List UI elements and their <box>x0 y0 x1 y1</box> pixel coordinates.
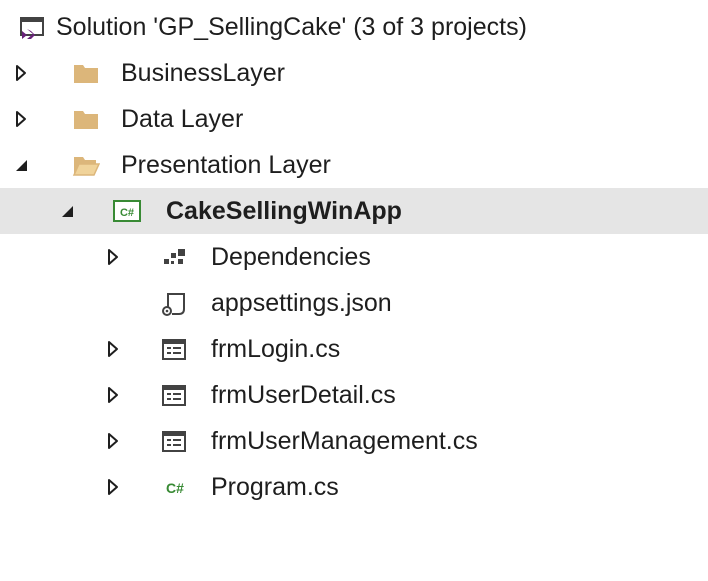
project-label: CakeSellingWinApp <box>166 197 402 225</box>
windows-form-icon <box>160 335 188 363</box>
solution-explorer-tree: Solution 'GP_SellingCake' (3 of 3 projec… <box>0 4 708 510</box>
folder-label: BusinessLayer <box>121 59 285 87</box>
windows-form-icon <box>160 381 188 409</box>
item-label: frmLogin.cs <box>211 335 341 363</box>
csharp-project-icon: C# <box>112 197 142 225</box>
item-label: Program.cs <box>211 473 339 501</box>
collapse-arrow-icon[interactable] <box>12 154 30 176</box>
visual-studio-solution-icon <box>18 14 46 42</box>
dependencies-icon <box>160 243 188 271</box>
csharp-file-icon: C# <box>160 473 188 501</box>
tree-item-solution[interactable]: Solution 'GP_SellingCake' (3 of 3 projec… <box>0 4 708 50</box>
folder-open-icon <box>72 151 100 179</box>
item-label: appsettings.json <box>211 289 392 317</box>
tree-item-appsettings[interactable]: appsettings.json <box>0 280 708 326</box>
tree-item-dependencies[interactable]: Dependencies <box>0 234 708 280</box>
tree-item-frmuserdetail[interactable]: frmUserDetail.cs <box>0 372 708 418</box>
json-file-icon <box>160 289 188 317</box>
item-label: frmUserDetail.cs <box>211 381 396 409</box>
tree-item-presentation-layer[interactable]: Presentation Layer <box>0 142 708 188</box>
tree-item-frmlogin[interactable]: frmLogin.cs <box>0 326 708 372</box>
expand-arrow-icon[interactable] <box>104 476 122 498</box>
expand-arrow-icon[interactable] <box>12 108 30 130</box>
item-label: Dependencies <box>211 243 371 271</box>
folder-closed-icon <box>72 105 100 133</box>
expand-arrow-icon[interactable] <box>104 430 122 452</box>
tree-item-frmusermanagement[interactable]: frmUserManagement.cs <box>0 418 708 464</box>
tree-item-business-layer[interactable]: BusinessLayer <box>0 50 708 96</box>
tree-item-data-layer[interactable]: Data Layer <box>0 96 708 142</box>
solution-label: Solution 'GP_SellingCake' (3 of 3 projec… <box>56 13 527 41</box>
tree-item-project[interactable]: C# CakeSellingWinApp <box>0 188 708 234</box>
expand-arrow-icon[interactable] <box>12 62 30 84</box>
expand-arrow-icon[interactable] <box>104 246 122 268</box>
file-badge-text: C# <box>166 480 184 496</box>
expand-arrow-icon[interactable] <box>104 384 122 406</box>
windows-form-icon <box>160 427 188 455</box>
tree-item-program[interactable]: C# Program.cs <box>0 464 708 510</box>
folder-label: Data Layer <box>121 105 244 133</box>
project-badge-text: C# <box>120 207 134 219</box>
folder-label: Presentation Layer <box>121 151 331 179</box>
expand-arrow-icon[interactable] <box>104 338 122 360</box>
folder-closed-icon <box>72 59 100 87</box>
item-label: frmUserManagement.cs <box>211 427 478 455</box>
collapse-arrow-icon[interactable] <box>58 200 76 222</box>
